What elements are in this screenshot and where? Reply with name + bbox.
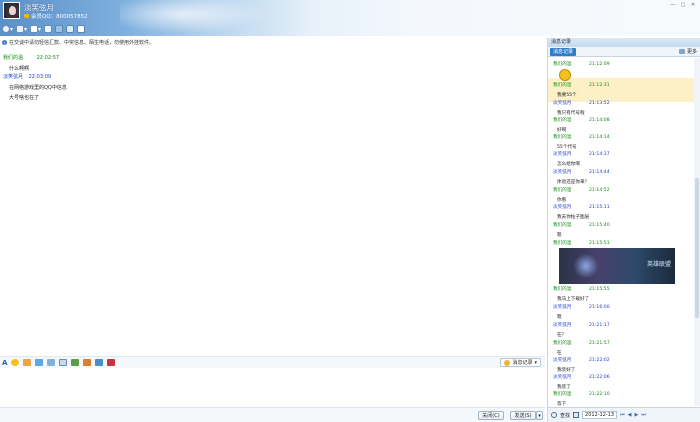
- font-icon[interactable]: A: [2, 359, 7, 367]
- video-icon[interactable]: ▾: [2, 25, 13, 33]
- message-text: 大号啥也在了: [9, 95, 40, 101]
- history-item: 淡笑弦月 21:14:37 怎么给你啊: [553, 152, 610, 167]
- crown-icon: [24, 14, 29, 18]
- security-notice: i 在交谈中请勿轻信汇款、中奖信息、陌生电话，勿使用外挂软件。: [2, 38, 542, 46]
- chat-toolbar: ▾ ▾ ▾: [2, 24, 86, 34]
- history-item: 我们的温 21:14:52 你看: [553, 188, 610, 203]
- nav-prev-icon[interactable]: ◀: [628, 412, 632, 418]
- history-item: 我们的温 21:15:51 英雄联盟: [553, 240, 693, 284]
- game-banner-image: 英雄联盟: [559, 248, 675, 284]
- send-button[interactable]: 发送(S): [510, 411, 536, 420]
- chat-message: 我们的温 22:02:57 什么啊啊: [3, 54, 59, 75]
- mail-icon[interactable]: [44, 25, 53, 33]
- minimize-icon[interactable]: —: [669, 2, 677, 8]
- message-sender: 淡笑弦月: [3, 74, 24, 80]
- maximize-icon[interactable]: □: [679, 2, 687, 8]
- date-field[interactable]: 2012-12-13: [582, 411, 618, 419]
- close-button[interactable]: 关闭(C): [478, 411, 504, 420]
- image-icon[interactable]: [71, 359, 80, 366]
- history-item: 我们的温 21:15:40 嗯: [553, 223, 610, 238]
- history-panel-title: 消息记录: [548, 38, 700, 47]
- message-input[interactable]: [0, 369, 545, 407]
- history-item: 淡笑弦月 21:21:17 在？: [553, 323, 610, 338]
- chat-message: 淡笑弦月 22:03:09 在网络游戏里的QQ中信息 大号啥也在了: [3, 73, 67, 104]
- shake-icon[interactable]: [35, 359, 44, 366]
- history-item: 我们的温 21:22:10 等下: [553, 392, 610, 406]
- sticker-icon: [559, 69, 571, 81]
- file-icon[interactable]: [77, 25, 86, 33]
- group-icon[interactable]: [55, 25, 64, 33]
- history-item: 淡笑弦月 21:13:52 我只有代号啦: [553, 101, 610, 116]
- header-decoration: [120, 0, 280, 36]
- history-footer: 查找 2012-12-13 ⏮ ◀ ▶ ⏭: [548, 407, 700, 422]
- history-panel: 消息记录 消息记录 更多 我们的温 21:12:09 我们的温 21:12:31 我…: [547, 38, 700, 422]
- info-icon: i: [2, 39, 7, 45]
- message-time: 22:02:57: [36, 55, 60, 61]
- screenshot-icon[interactable]: [59, 359, 68, 366]
- send-options-button[interactable]: ▾: [536, 411, 543, 420]
- history-item: 我们的温 21:15:55 我马上下载好了: [553, 287, 610, 302]
- message-text: 在网络游戏里的QQ中信息: [9, 85, 67, 91]
- notice-text: 在交谈中请勿轻信汇款、中奖信息、陌生电话，勿使用外挂软件。: [9, 39, 155, 46]
- history-scrollbar[interactable]: [694, 58, 700, 406]
- send-bar: 关闭(C) 发送(S) ▾: [0, 407, 545, 422]
- history-tabs: 消息记录 更多: [548, 47, 700, 57]
- gift-icon[interactable]: [83, 359, 92, 366]
- voice-icon[interactable]: [47, 359, 56, 366]
- message-text: 什么啊啊: [9, 66, 30, 72]
- message-history-button[interactable]: 消息记录 ▾: [500, 358, 541, 367]
- qq-line: 会员QQ：800057852: [24, 12, 88, 20]
- input-toolbar: A 消息记录 ▾: [0, 356, 545, 368]
- history-item: 我们的温 21:12:31 我要55个: [553, 83, 610, 98]
- music-icon[interactable]: [95, 359, 104, 366]
- history-item: 淡笑弦月 21:22:06 我装了: [553, 375, 610, 390]
- history-item: 淡笑弦月 21:14:44 体验还是你来？: [553, 170, 610, 185]
- history-item: 我们的温 21:21:57 在: [553, 341, 610, 356]
- emoji-icon[interactable]: [11, 359, 20, 366]
- history-item: 我们的温 21:12:09: [553, 61, 693, 81]
- message-time: 22:03:09: [28, 74, 52, 80]
- scrollbar-thumb[interactable]: [695, 178, 699, 318]
- nav-first-icon[interactable]: ⏮: [620, 412, 625, 418]
- more-icon: [678, 49, 685, 54]
- message-sender: 我们的温: [3, 55, 24, 61]
- history-item: 淡笑弦月 21:16:00 嗯: [553, 305, 610, 320]
- history-item: 淡笑弦月 21:15:11 我去你帖子图层: [553, 205, 610, 220]
- chevron-down-icon: ▾: [534, 359, 537, 366]
- nav-next-icon[interactable]: ▶: [634, 412, 638, 418]
- avatar[interactable]: [3, 2, 20, 19]
- history-item: 我们的温 21:14:08 好啊: [553, 118, 610, 133]
- mic-icon[interactable]: ▾: [16, 25, 27, 33]
- close-icon[interactable]: ✕: [689, 2, 697, 8]
- magic-icon[interactable]: [23, 359, 32, 366]
- window-controls: — □ ✕: [669, 2, 697, 8]
- qq-number: 会员QQ：800057852: [31, 14, 88, 20]
- app-icon[interactable]: [66, 25, 75, 33]
- tab-message-history[interactable]: 消息记录: [550, 48, 577, 56]
- share-icon[interactable]: ▾: [30, 25, 41, 33]
- title-bar: 淡笑弦月 会员QQ：800057852 ▾ ▾ ▾ — □ ✕: [0, 0, 700, 36]
- nav-last-icon[interactable]: ⏭: [641, 412, 646, 418]
- search-icon[interactable]: [551, 412, 557, 418]
- history-list[interactable]: 我们的温 21:12:09 我们的温 21:12:31 我要55个 淡笑弦月 21:1…: [548, 58, 694, 406]
- history-icon: [504, 359, 511, 366]
- calendar-icon[interactable]: [573, 412, 580, 418]
- chat-messages[interactable]: 我们的温 22:02:57 什么啊啊 淡笑弦月 22:03:09 在网络游戏里的…: [0, 48, 545, 354]
- history-item: 淡笑弦月 21:22:02 我装好了: [553, 358, 610, 373]
- more-button[interactable]: 更多: [678, 48, 697, 55]
- red-packet-icon[interactable]: [107, 359, 116, 366]
- history-item: 我们的温 21:14:14 55个代号: [553, 135, 610, 150]
- search-link[interactable]: 查找: [560, 412, 570, 419]
